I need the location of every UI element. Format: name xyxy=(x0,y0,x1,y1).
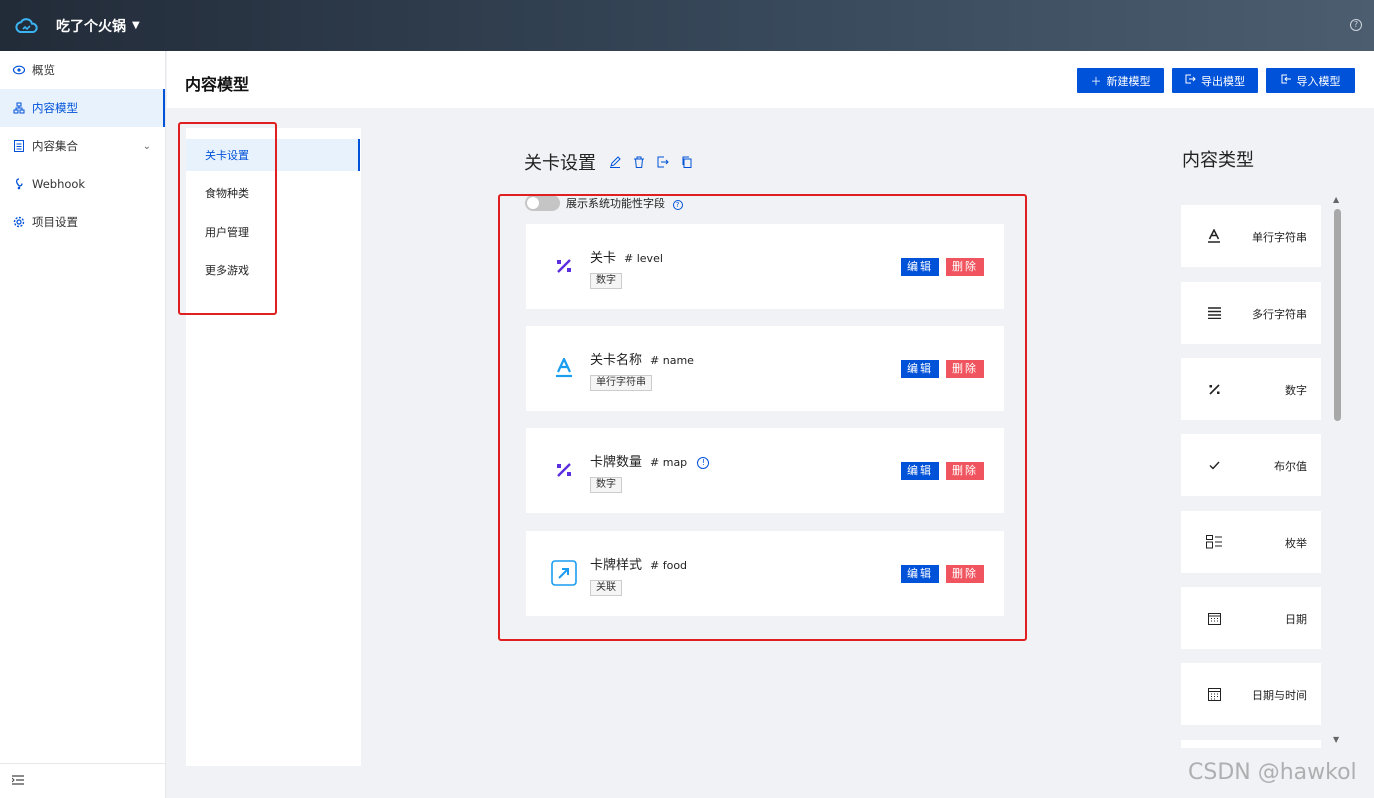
sidebar-item-label: 概览 xyxy=(32,63,55,77)
page-title: 内容模型 xyxy=(185,75,250,94)
type-card-date[interactable]: 日期 xyxy=(1181,587,1321,649)
type-card-number[interactable]: 数字 xyxy=(1181,358,1321,420)
sidebar-item-webhook[interactable]: Webhook xyxy=(0,165,165,203)
type-card-single-line[interactable]: 单行字符串 xyxy=(1181,205,1321,267)
project-dropdown-icon[interactable]: ▼ xyxy=(132,20,140,31)
new-model-label: 新建模型 xyxy=(1106,74,1151,88)
gear-icon xyxy=(12,215,26,229)
new-model-button[interactable]: ＋ 新建模型 xyxy=(1077,68,1164,93)
type-label: 多行字符串 xyxy=(1252,308,1307,321)
type-label: 日期 xyxy=(1285,613,1307,626)
delete-icon[interactable] xyxy=(633,156,645,171)
page-header: 内容模型 ＋ 新建模型 导出模型 导入模型 xyxy=(167,51,1374,108)
number-icon xyxy=(1205,380,1223,398)
type-label: 日期与时间 xyxy=(1252,689,1307,702)
paragraph-icon xyxy=(1205,304,1223,322)
chevron-down-icon[interactable]: ⌄ xyxy=(143,141,151,152)
collection-icon xyxy=(12,139,26,153)
sidebar-item-label: Webhook xyxy=(32,177,86,191)
type-label: 枚举 xyxy=(1285,537,1307,550)
import-model-label: 导入模型 xyxy=(1296,74,1341,88)
webhook-icon xyxy=(12,177,26,191)
plus-icon: ＋ xyxy=(1090,74,1102,88)
export-model-button[interactable]: 导出模型 xyxy=(1172,68,1258,93)
sidebar-item-overview[interactable]: 概览 xyxy=(0,51,165,89)
menu-fold-icon xyxy=(11,774,24,788)
export-icon xyxy=(1185,74,1196,87)
top-bar: 吃了个火锅 ▼ ? xyxy=(0,0,1374,51)
cloud-logo-icon[interactable] xyxy=(14,16,40,36)
project-name[interactable]: 吃了个火锅 xyxy=(56,16,126,36)
watermark: CSDN @hawkol xyxy=(1188,760,1357,785)
type-card-multi-line[interactable]: 多行字符串 xyxy=(1181,282,1321,344)
scrollbar-thumb[interactable] xyxy=(1334,209,1341,421)
sidebar-item-label: 内容模型 xyxy=(32,101,78,115)
type-label: 布尔值 xyxy=(1274,460,1307,473)
type-label: 数字 xyxy=(1285,384,1307,397)
sidebar-item-label: 内容集合 xyxy=(32,139,78,153)
annotation-box xyxy=(498,194,1027,641)
type-card-datetime[interactable]: 日期与时间 xyxy=(1181,663,1321,725)
sidebar-item-project-settings[interactable]: 项目设置 xyxy=(0,203,165,241)
sidebar-item-content-collection[interactable]: 内容集合 ⌄ xyxy=(0,127,165,165)
export-model-label: 导出模型 xyxy=(1201,74,1245,88)
model-icon xyxy=(12,101,26,115)
collapse-sidebar-button[interactable] xyxy=(0,763,165,798)
type-card-partial[interactable] xyxy=(1181,740,1321,748)
import-model-button[interactable]: 导入模型 xyxy=(1266,68,1355,93)
content-types-scrollbar[interactable]: ▲ ▼ xyxy=(1330,193,1344,746)
import-icon xyxy=(1281,74,1292,87)
type-card-enum[interactable]: 枚举 xyxy=(1181,511,1321,573)
calendar-icon xyxy=(1205,685,1223,703)
content-types-title: 内容类型 xyxy=(1182,150,1254,171)
enum-icon xyxy=(1205,533,1223,551)
sidebar-item-label: 项目设置 xyxy=(32,215,78,229)
scroll-down-icon[interactable]: ▼ xyxy=(1333,735,1339,744)
scroll-up-icon[interactable]: ▲ xyxy=(1333,195,1339,204)
eye-icon xyxy=(12,63,26,77)
text-icon xyxy=(1205,227,1223,245)
sidebar: 概览 内容模型 内容集合 ⌄ Webhook 项目设置 xyxy=(0,51,166,798)
schema-actions xyxy=(609,156,693,171)
check-icon xyxy=(1205,456,1223,474)
edit-icon[interactable] xyxy=(609,156,621,171)
export-icon[interactable] xyxy=(657,156,669,171)
annotation-box xyxy=(178,122,277,315)
type-label: 单行字符串 xyxy=(1252,231,1307,244)
copy-icon[interactable] xyxy=(681,156,693,171)
calendar-icon xyxy=(1205,609,1223,627)
schema-title: 关卡设置 xyxy=(524,153,596,174)
sidebar-item-content-model[interactable]: 内容模型 xyxy=(0,89,165,127)
help-icon[interactable]: ? xyxy=(1350,19,1362,31)
type-card-boolean[interactable]: 布尔值 xyxy=(1181,434,1321,496)
